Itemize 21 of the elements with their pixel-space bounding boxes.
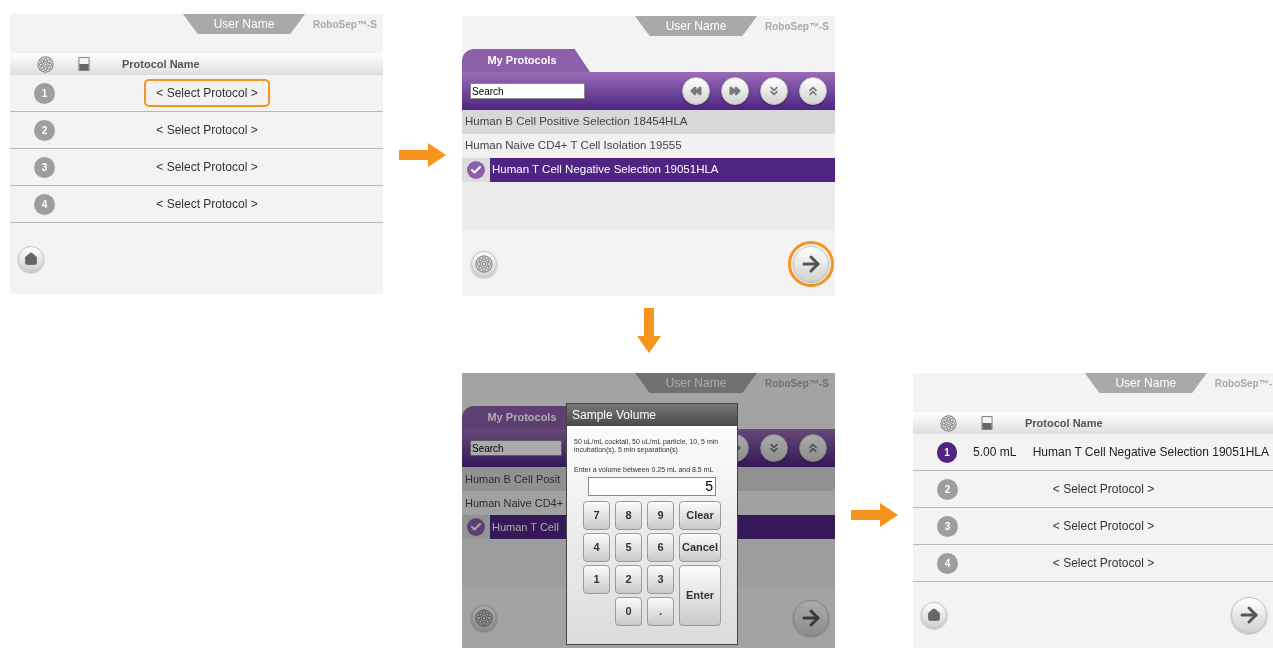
product-name: RoboSep™-	[1213, 376, 1273, 391]
protocol-name: Human B Cell Positive Selection 18454HLA	[465, 114, 688, 130]
quadrant-number: 4	[34, 193, 55, 215]
protocol-name: Human T Cell Negative Selection 19051HLA	[492, 162, 719, 178]
protocol-name: Human B Cell Posit	[465, 471, 561, 487]
quadrant-number: 3	[937, 515, 958, 537]
protocol-name: Human Naive CD4+	[465, 495, 564, 511]
quadrant-number: 2	[34, 119, 55, 141]
column-header: Protocol Name	[1025, 415, 1103, 431]
column-header: Protocol Name	[122, 56, 200, 72]
quadrant-number: 3	[34, 156, 55, 178]
volume-text: 5.00 mL	[973, 444, 1018, 461]
protocol-name: Human Naive CD4+ T Cell Isolation 19555	[465, 138, 682, 154]
quadrant-number: 4	[937, 552, 958, 574]
quadrant-number: 2	[937, 478, 958, 500]
quadrant-number: 1	[34, 82, 55, 104]
quadrant-number: 1	[937, 441, 958, 463]
protocol-name: Human T Cell	[492, 519, 559, 535]
dialog-title: Sample Volume	[567, 404, 737, 426]
product-name: RoboSep™-S	[764, 19, 830, 34]
product-name: RoboSep™-S	[312, 17, 378, 32]
